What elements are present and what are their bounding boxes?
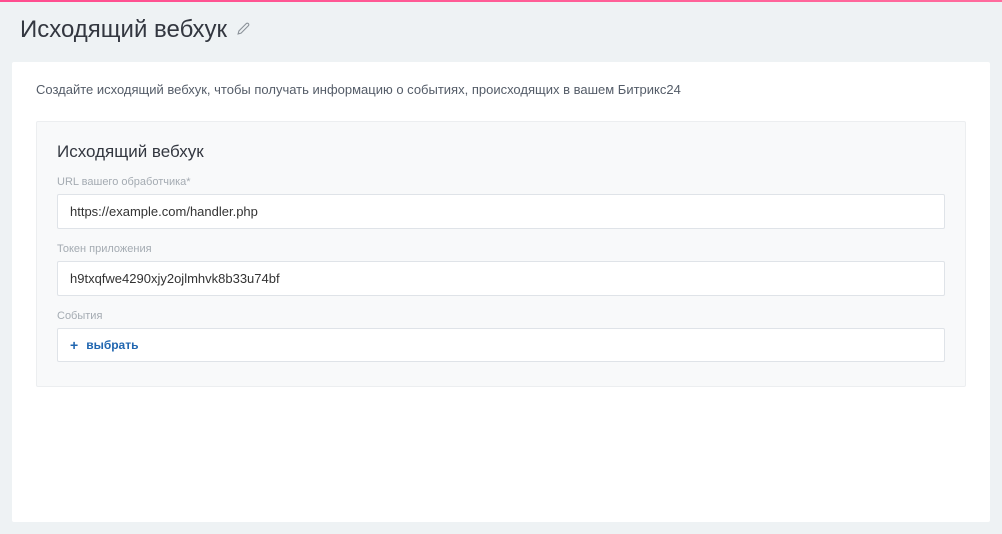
plus-icon: + xyxy=(70,338,78,352)
app-token-label: Токен приложения xyxy=(57,243,945,255)
events-select-label: выбрать xyxy=(86,338,138,352)
card-description: Создайте исходящий вебхук, чтобы получат… xyxy=(36,82,966,97)
handler-url-label: URL вашего обработчика* xyxy=(57,176,945,188)
page-header: Исходящий вебхук xyxy=(0,2,1002,62)
events-select-button[interactable]: + выбрать xyxy=(57,328,945,362)
app-token-input[interactable] xyxy=(57,261,945,296)
edit-icon[interactable] xyxy=(237,22,250,38)
form-section: Исходящий вебхук URL вашего обработчика*… xyxy=(36,121,966,387)
handler-url-input[interactable] xyxy=(57,194,945,229)
page-title: Исходящий вебхук xyxy=(20,16,227,44)
field-events: События + выбрать xyxy=(57,310,945,362)
section-title: Исходящий вебхук xyxy=(57,142,945,162)
field-handler-url: URL вашего обработчика* xyxy=(57,176,945,229)
main-card: Создайте исходящий вебхук, чтобы получат… xyxy=(12,62,990,522)
field-app-token: Токен приложения xyxy=(57,243,945,296)
events-label: События xyxy=(57,310,945,322)
